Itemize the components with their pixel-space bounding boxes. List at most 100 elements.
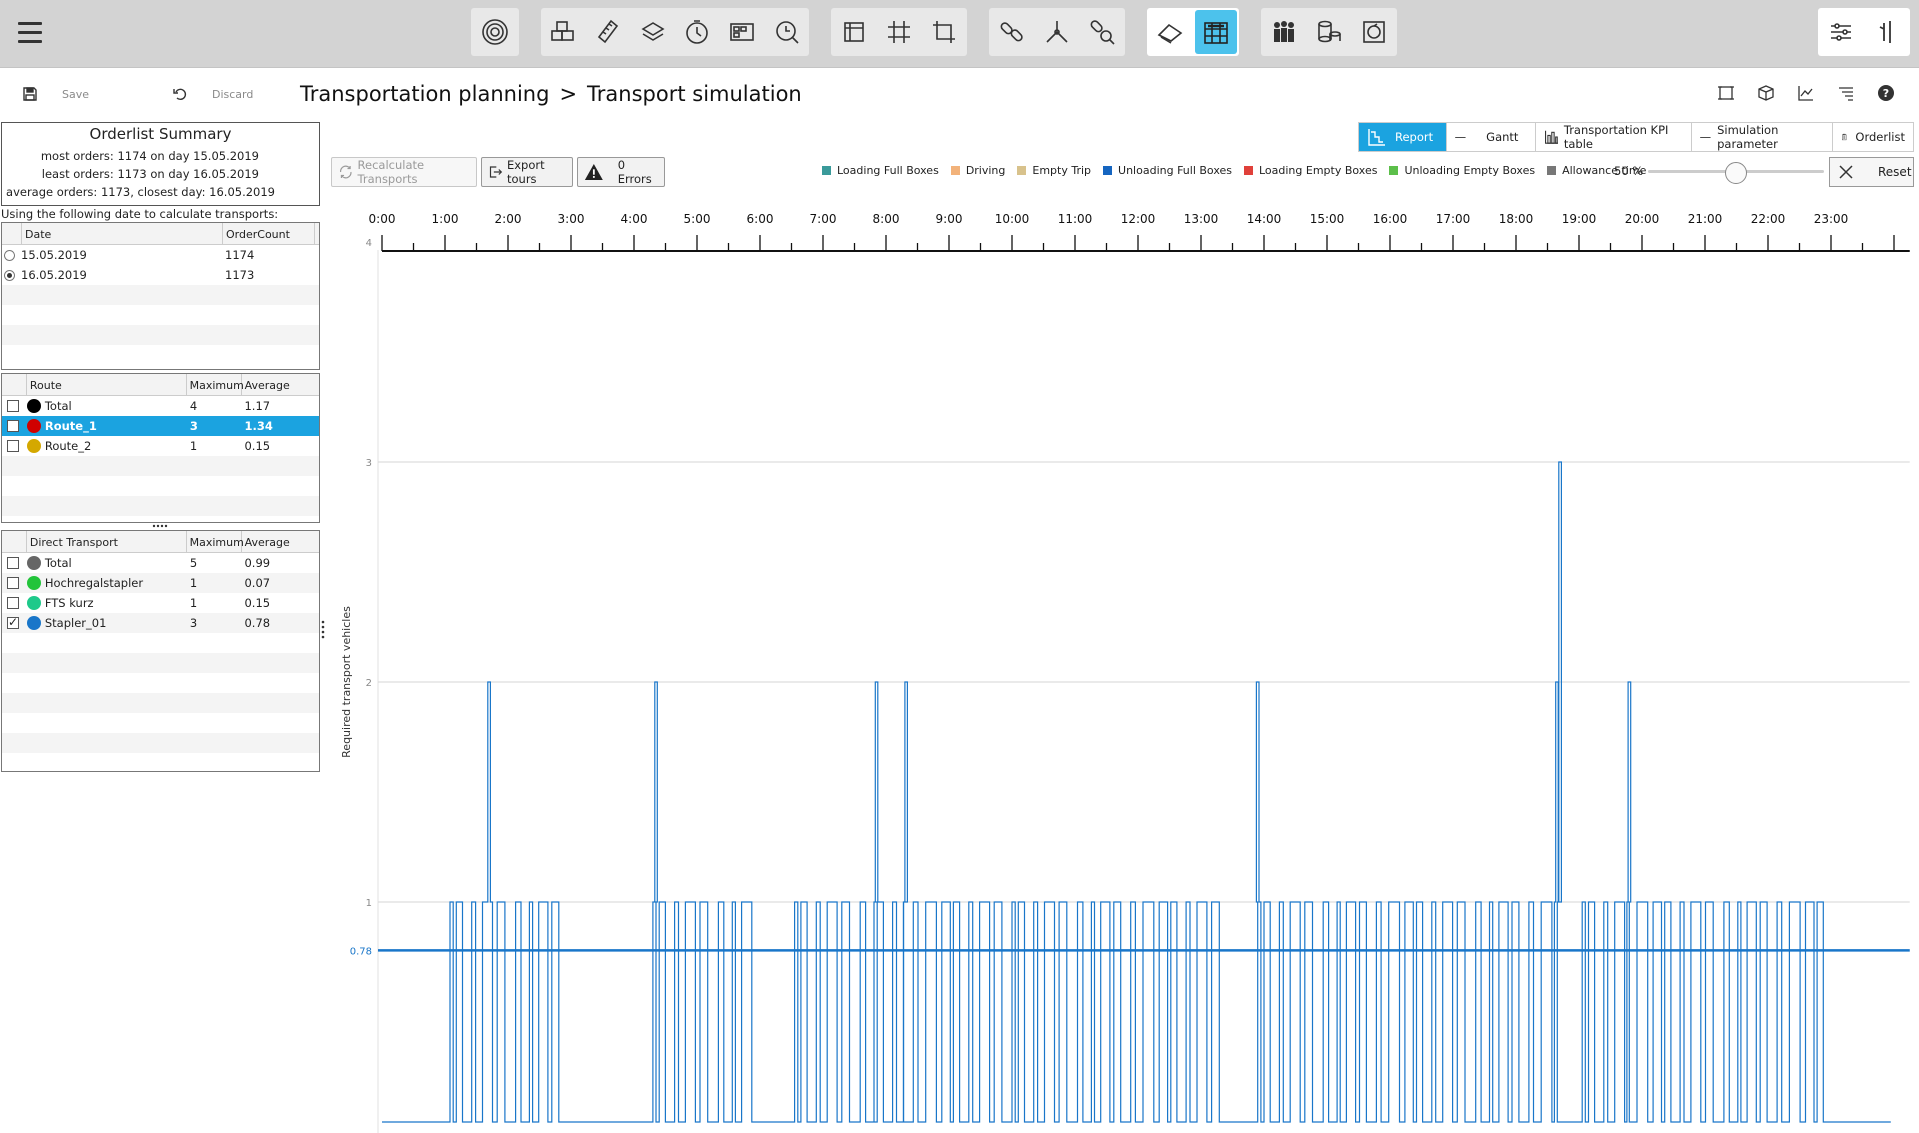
tab-gantt[interactable]: — Gantt [1447,123,1537,151]
panel-toggle-icon[interactable] [1866,10,1908,54]
discard-button[interactable]: Discard [172,86,253,102]
x-tick-label: 13:00 [1184,212,1219,226]
col-route[interactable]: Route [27,374,187,395]
tab-orderlist[interactable]: Orderlist [1833,123,1913,151]
direct-row[interactable]: Stapler_01 3 0.78 [2,613,319,633]
x-tick-label: 22:00 [1751,212,1786,226]
tab-kpi-label: Transportation KPI table [1563,123,1669,151]
col-direct-transport[interactable]: Direct Transport [27,531,187,552]
transport-simulation-icon[interactable] [1195,10,1237,54]
toolbar-group-links [989,8,1125,56]
col-average[interactable]: Average [242,374,319,395]
name-cell: Total [44,399,72,413]
routes-row[interactable]: Route_1 3 1.34 [2,416,319,436]
people-icon[interactable] [1263,10,1304,54]
col-ordercount[interactable]: OrderCount [223,223,315,244]
direct-row[interactable]: Hochregalstapler 1 0.07 [2,573,319,593]
x-tick-label: 16:00 [1373,212,1408,226]
sliders-icon[interactable] [1820,10,1862,54]
recalculate-label: Recalculate Transports [357,158,425,186]
direct-row[interactable]: FTS kurz 1 0.15 [2,593,319,613]
row-checkbox[interactable] [7,400,19,412]
col-average[interactable]: Average [242,531,319,552]
toolbar-group-planning [541,8,809,56]
export-tours-button[interactable]: Export tours [481,157,573,187]
action-bar: Recalculate Transports Export tours 0 Er… [331,157,665,187]
row-checkbox[interactable] [7,577,19,589]
routes-row[interactable]: Total 4 1.17 [2,396,319,416]
legend-item[interactable]: Driving [950,164,1005,177]
clock-icon[interactable] [677,10,718,54]
help-icon[interactable]: ? [1877,84,1895,102]
search-clock-icon[interactable] [766,10,807,54]
splitter-handle-vertical[interactable] [318,618,328,642]
split-icon[interactable] [1036,10,1077,54]
tab-report[interactable]: Report [1359,123,1447,151]
ruler-icon[interactable] [588,10,629,54]
name-cell: Route_1 [44,419,97,433]
reset-button[interactable]: Reset [1829,157,1914,187]
legend-item[interactable]: Loading Empty Boxes [1243,164,1377,177]
col-date[interactable]: Date [22,223,223,244]
x-tick-label: 6:00 [747,212,774,226]
row-checkbox[interactable] [7,420,19,432]
line-chart-icon[interactable] [1797,84,1815,102]
splitter-handle-horizontal[interactable] [150,523,170,529]
x-tick-label: 3:00 [558,212,585,226]
menu-icon[interactable] [18,22,42,44]
y-tick-label: 2 [366,678,372,689]
name-cell: Stapler_01 [44,616,107,630]
average-cell: 0.99 [244,556,271,570]
save-button[interactable]: Save [22,86,89,102]
crop-icon[interactable] [924,10,965,54]
legend-item[interactable]: Empty Trip [1017,164,1091,177]
list-tree-icon[interactable] [1837,84,1855,102]
fit-view-icon[interactable] [1717,84,1735,102]
col-maximum[interactable]: Maximum [187,374,244,395]
col-maximum[interactable]: Maximum [187,531,244,552]
date-row[interactable]: 16.05.2019 1173 [2,265,319,285]
date-row[interactable]: 15.05.2019 1174 [2,245,319,265]
color-dot-icon [26,439,41,453]
maximum-cell: 1 [189,596,198,610]
frame-icon[interactable] [833,10,874,54]
legend-swatch [1243,166,1253,175]
grid-icon[interactable] [722,10,763,54]
legend-item[interactable]: Loading Full Boxes [822,164,939,177]
route-table-header: Route Maximum Average [2,374,319,396]
forklift-icon[interactable] [1149,10,1191,54]
hash-grid-icon[interactable] [878,10,919,54]
zoom-slider[interactable] [1648,162,1824,184]
row-checkbox[interactable] [7,440,19,452]
date-radio[interactable] [4,249,15,261]
direct-row[interactable]: Total 5 0.99 [2,553,319,573]
target-icon[interactable] [473,10,517,54]
link-search-icon[interactable] [1082,10,1123,54]
coins-icon[interactable] [1308,10,1349,54]
export-icon [489,166,503,178]
cycle-icon[interactable] [1354,10,1395,54]
tab-kpi-table[interactable]: Transportation KPI table [1536,123,1692,151]
row-checkbox[interactable] [7,597,19,609]
tab-simulation-parameter[interactable]: — Simulation parameter [1692,123,1833,151]
cube-icon[interactable] [1757,84,1775,102]
floppy-icon [23,87,37,101]
legend-label: Unloading Full Boxes [1118,164,1232,177]
date-cell: 16.05.2019 [21,268,87,282]
zoom-slider-handle[interactable] [1725,162,1747,184]
legend-item[interactable]: Unloading Empty Boxes [1389,164,1535,177]
date-radio[interactable] [4,269,15,281]
row-checkbox[interactable] [7,615,19,629]
layers-icon[interactable] [632,10,673,54]
boxes-icon[interactable] [543,10,584,54]
average-label: 0.78 [350,946,372,957]
y-tick-label: 4 [366,238,372,249]
row-checkbox[interactable] [7,557,19,569]
breadcrumb-parent[interactable]: Transportation planning [300,82,549,106]
routes-row[interactable]: Route_2 1 0.15 [2,436,319,456]
errors-button[interactable]: 0 Errors [577,157,665,187]
recalculate-transports-button[interactable]: Recalculate Transports [331,157,477,187]
link-icon[interactable] [991,10,1032,54]
x-tick-label: 21:00 [1688,212,1723,226]
legend-item[interactable]: Unloading Full Boxes [1103,164,1232,177]
